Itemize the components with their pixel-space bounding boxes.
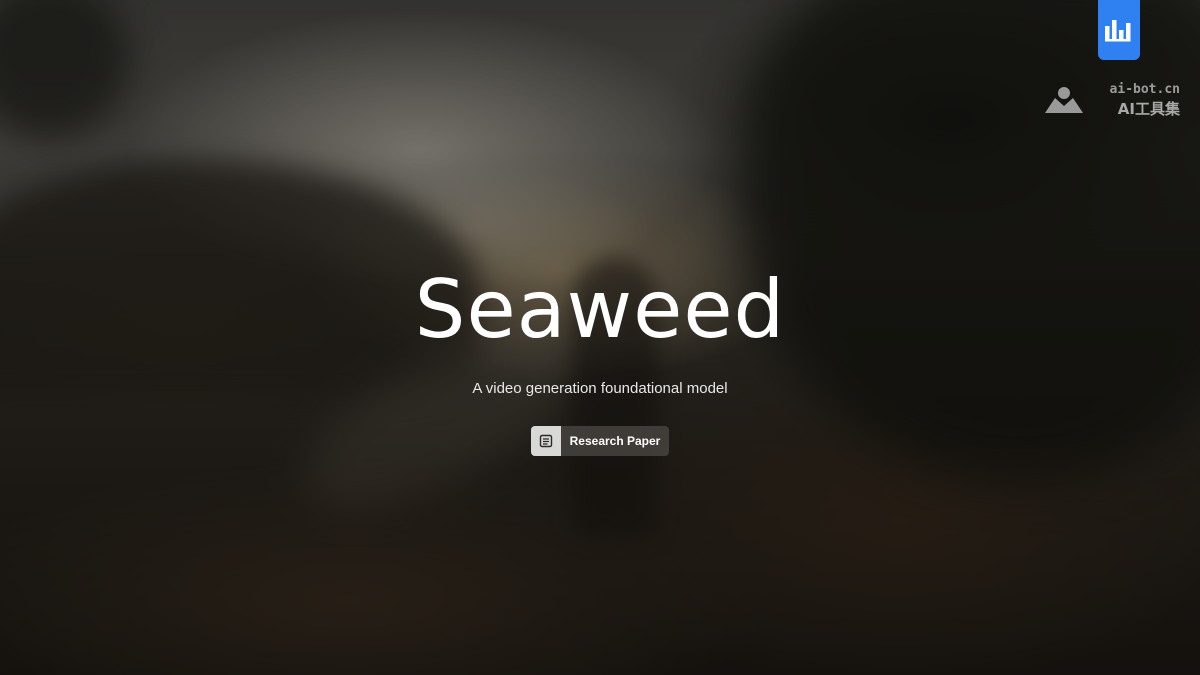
watermark: ai-bot.cn AI工具集: [1042, 82, 1184, 118]
watermark-domain: ai-bot.cn: [1109, 82, 1180, 97]
hero-section: Seaweed A video generation foundational …: [0, 262, 1200, 397]
bar-chart-icon[interactable]: [1098, 0, 1140, 60]
page-title: Seaweed: [414, 263, 786, 356]
document-icon: [531, 426, 561, 456]
research-paper-label: Research Paper: [569, 434, 661, 448]
page-subtitle: A video generation foundational model: [472, 380, 728, 397]
research-paper-button[interactable]: Research Paper: [531, 426, 669, 456]
watermark-name: AI工具集: [1117, 100, 1180, 118]
ai-bot-logo-icon: [1042, 86, 1086, 118]
